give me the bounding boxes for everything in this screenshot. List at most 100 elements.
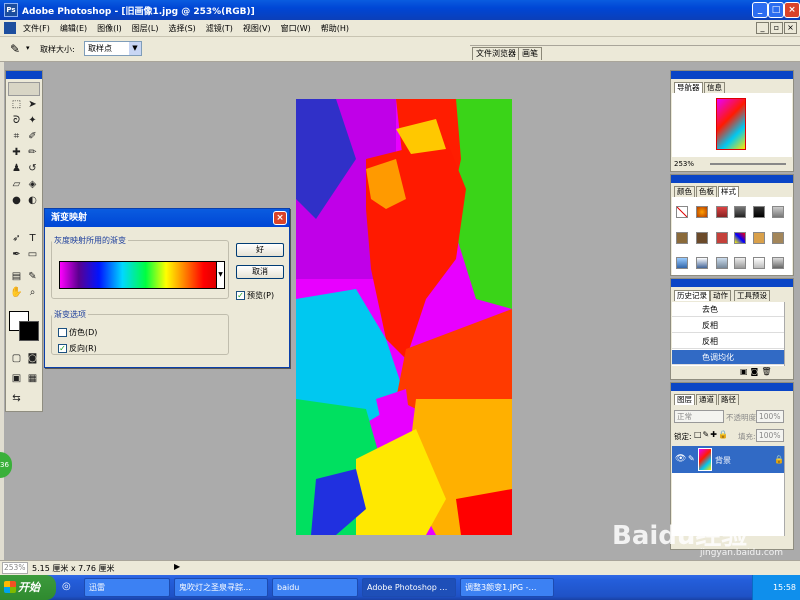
minimize-button[interactable]: _ — [752, 2, 768, 18]
style-swatch[interactable] — [676, 232, 688, 244]
adobe-online-icon[interactable] — [8, 82, 40, 96]
menu-file[interactable]: 文件(F) — [18, 23, 55, 34]
style-swatch[interactable] — [753, 206, 765, 218]
style-swatch[interactable] — [734, 206, 746, 218]
ok-button[interactable]: 好 — [236, 243, 284, 257]
pen-tool-icon[interactable]: ✒ — [9, 248, 24, 262]
style-swatch[interactable] — [716, 206, 728, 218]
doc-restore-button[interactable]: ▫ — [770, 22, 783, 34]
preview-check-icon[interactable]: ✓ — [236, 291, 245, 300]
healing-brush-icon[interactable]: ✚ — [9, 146, 24, 160]
dialog-title[interactable]: 渐变映射 — [45, 209, 289, 227]
crop-tool-icon[interactable]: ⌗ — [9, 130, 24, 144]
screen-mode-icon[interactable]: ▣ — [9, 372, 24, 386]
quicklaunch-ie-icon[interactable]: ◎ — [62, 581, 71, 592]
history-footer-icons[interactable]: ▣◙🗑 — [740, 367, 774, 376]
blur-tool-icon[interactable]: ● — [9, 194, 24, 208]
doc-close-button[interactable]: × — [784, 22, 797, 34]
style-swatch[interactable] — [772, 232, 784, 244]
tab-color[interactable]: 颜色 — [674, 186, 695, 197]
menu-view[interactable]: 视图(V) — [238, 23, 276, 34]
menu-filter[interactable]: 滤镜(T) — [201, 23, 238, 34]
lasso-tool-icon[interactable]: ᘐ — [9, 114, 24, 128]
tab-brushes[interactable]: 画笔 — [518, 47, 542, 60]
tab-info[interactable]: 信息 — [704, 82, 725, 93]
standard-mode-icon[interactable]: ▢ — [9, 352, 24, 366]
jump-to-imageready-icon[interactable]: ⇆ — [9, 392, 24, 406]
background-color-swatch[interactable] — [19, 321, 39, 341]
shape-tool-icon[interactable]: ▭ — [25, 248, 40, 262]
brush-tool-icon[interactable]: ✏ — [25, 146, 40, 160]
style-swatch[interactable] — [772, 257, 784, 269]
style-swatch[interactable] — [716, 232, 728, 244]
maximize-button[interactable]: □ — [768, 2, 784, 18]
layer-name[interactable]: 背景 — [715, 455, 731, 466]
status-zoom[interactable]: 253% — [2, 562, 28, 574]
clock[interactable]: 15:58 — [773, 583, 796, 592]
history-brush-icon[interactable]: ↺ — [25, 162, 40, 176]
blend-mode-select[interactable]: 正常 — [674, 410, 724, 423]
zoom-tool-icon[interactable]: ⌕ — [25, 286, 40, 300]
menu-select[interactable]: 选择(S) — [163, 23, 200, 34]
quick-mask-icon[interactable]: ◙ — [25, 352, 40, 366]
clone-stamp-icon[interactable]: ♟ — [9, 162, 24, 176]
style-swatch[interactable] — [716, 257, 728, 269]
cancel-button[interactable]: 取消 — [236, 265, 284, 279]
style-swatch[interactable] — [696, 232, 708, 244]
dither-checkbox[interactable]: 仿色(D) — [58, 327, 97, 338]
fullscreen-mode-icon[interactable]: ▦ — [25, 372, 40, 386]
slice-tool-icon[interactable]: ✐ — [25, 130, 40, 144]
eraser-tool-icon[interactable]: ▱ — [9, 178, 24, 192]
style-swatch[interactable] — [676, 257, 688, 269]
path-selection-icon[interactable]: ➶ — [9, 232, 24, 246]
lock-icons[interactable]: □✎✚🔒 — [694, 430, 729, 439]
menu-window[interactable]: 窗口(W) — [276, 23, 316, 34]
history-item[interactable]: 反相 — [672, 334, 786, 349]
menu-layer[interactable]: 图层(L) — [127, 23, 164, 34]
paint-bucket-icon[interactable]: ◈ — [25, 178, 40, 192]
fill-input[interactable]: 100% — [756, 429, 784, 442]
tab-channels[interactable]: 通道 — [696, 394, 717, 405]
sample-size-select[interactable]: 取样点 ▼ — [84, 41, 142, 56]
navigator-thumbnail[interactable] — [716, 98, 746, 150]
opacity-input[interactable]: 100% — [756, 410, 784, 423]
eyedropper-tool-icon[interactable]: ✎ — [25, 270, 40, 284]
tab-swatches[interactable]: 色板 — [696, 186, 717, 197]
dither-checkbox-box[interactable] — [58, 328, 67, 337]
navigator-palette-header[interactable] — [671, 71, 793, 79]
menu-edit[interactable]: 编辑(E) — [55, 23, 92, 34]
gradient-preview[interactable] — [59, 261, 217, 289]
notes-tool-icon[interactable]: ▤ — [9, 270, 24, 284]
task-xunlei[interactable]: 迅雷 — [84, 578, 170, 597]
history-palette-header[interactable] — [671, 279, 793, 287]
style-swatch[interactable] — [734, 257, 746, 269]
layers-scrollbar[interactable] — [784, 446, 792, 536]
marquee-tool-icon[interactable]: ⬚ — [9, 98, 24, 112]
tab-file-browser[interactable]: 文件浏览器 — [472, 47, 520, 60]
task-photoshop[interactable]: Adobe Photoshop … — [362, 578, 456, 597]
style-swatch[interactable] — [696, 257, 708, 269]
navigator-zoom[interactable]: 253% — [674, 160, 694, 168]
history-item[interactable]: 去色 — [672, 302, 786, 317]
dialog-close-button[interactable]: × — [273, 211, 287, 225]
toolbox-header[interactable] — [6, 71, 42, 79]
style-none-swatch[interactable] — [676, 206, 688, 218]
style-swatch[interactable] — [734, 232, 746, 244]
hand-tool-icon[interactable]: ✋ — [9, 286, 24, 300]
menu-image[interactable]: 图像(I) — [92, 23, 127, 34]
tab-paths[interactable]: 路径 — [718, 394, 739, 405]
preview-checkbox[interactable]: ✓ 预览(P) — [236, 290, 274, 301]
tab-actions[interactable]: 动作 — [710, 290, 731, 301]
tab-navigator[interactable]: 导航器 — [674, 82, 703, 93]
style-swatch[interactable] — [772, 206, 784, 218]
style-swatch[interactable] — [753, 257, 765, 269]
magic-wand-icon[interactable]: ✦ — [25, 114, 40, 128]
layer-visibility-eye-icon[interactable]: 👁 — [675, 454, 686, 464]
layers-palette-header[interactable] — [671, 383, 793, 391]
gradient-dropdown-arrow-icon[interactable]: ▼ — [217, 261, 225, 289]
task-image-viewer[interactable]: 调整3颜变1.JPG -… — [460, 578, 554, 597]
doc-minimize-button[interactable]: _ — [756, 22, 769, 34]
reverse-check-icon[interactable]: ✓ — [58, 344, 67, 353]
tab-styles[interactable]: 样式 — [718, 186, 739, 197]
document-canvas[interactable] — [296, 99, 512, 535]
